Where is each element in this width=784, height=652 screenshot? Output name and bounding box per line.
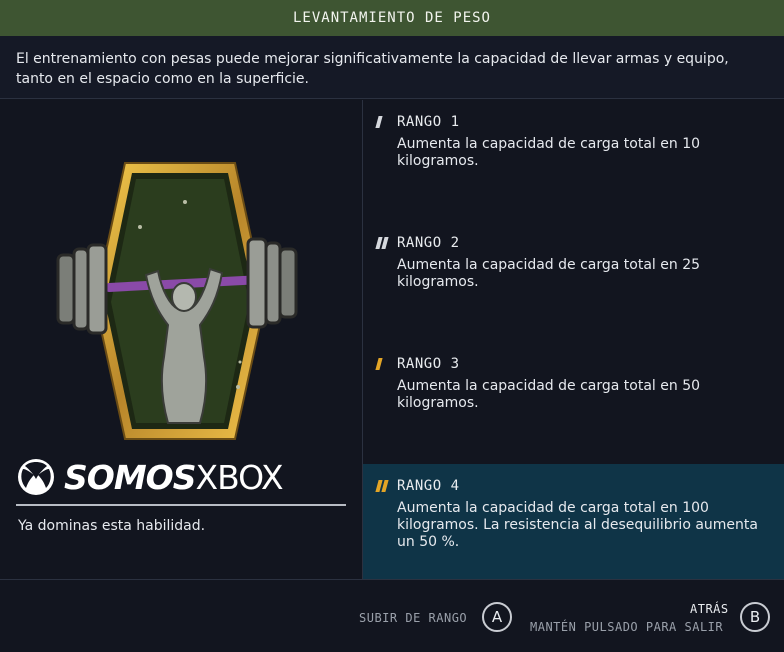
xbox-logo-icon: [18, 459, 54, 495]
rank-3-text: Aumenta la capacidad de carga total en 5…: [397, 378, 701, 411]
rank-3-row[interactable]: RANGO 3 Aumenta la capacidad de carga to…: [363, 342, 784, 463]
rank-3-pips: [375, 358, 397, 370]
footer-bar: SUBIR DE RANGO A ATRÁS MANTÉN PULSADO PA…: [0, 579, 784, 652]
mastery-status: Ya dominas esta habilidad.: [18, 518, 206, 534]
somosxbox-watermark: SOMOSXBOX: [16, 455, 284, 499]
skill-description: El entrenamiento con pesas puede mejorar…: [0, 36, 784, 99]
rank-4-text: Aumenta la capacidad de carga total en 1…: [397, 500, 758, 550]
rank-2-title: RANGO 2: [397, 235, 460, 251]
weightlifting-emblem-icon: [56, 162, 298, 440]
rank-2-pips: [375, 237, 397, 249]
rank-2-row[interactable]: RANGO 2 Aumenta la capacidad de carga to…: [363, 221, 784, 342]
rank-1-title: RANGO 1: [397, 114, 460, 130]
rank-2-text: Aumenta la capacidad de carga total en 2…: [397, 257, 701, 290]
back-hint: MANTÉN PULSADO PARA SALIR: [530, 620, 724, 634]
rank-4-title: RANGO 4: [397, 478, 460, 494]
rank-4-pips: [375, 480, 397, 492]
a-button-icon[interactable]: A: [482, 602, 512, 632]
back-label: ATRÁS: [690, 602, 729, 616]
rank-4-row[interactable]: RANGO 4 Aumenta la capacidad de carga to…: [363, 464, 784, 579]
rank-1-row[interactable]: RANGO 1 Aumenta la capacidad de carga to…: [363, 100, 784, 221]
title-bar: LEVANTAMIENTO DE PESO: [0, 0, 784, 36]
page-title: LEVANTAMIENTO DE PESO: [292, 10, 491, 26]
rank-1-pips: [375, 116, 397, 128]
watermark-brand-bold: SOMOS: [64, 457, 196, 497]
watermark-text: SOMOSXBOX: [64, 457, 284, 497]
b-button-icon[interactable]: B: [740, 602, 770, 632]
skill-info-panel: SOMOSXBOX Ya dominas esta habilidad.: [0, 100, 363, 579]
divider: [16, 504, 346, 506]
watermark-brand-rest: XBOX: [195, 457, 283, 497]
rank-3-title: RANGO 3: [397, 356, 460, 372]
rank-1-text: Aumenta la capacidad de carga total en 1…: [397, 136, 701, 169]
rank-up-label: SUBIR DE RANGO: [359, 611, 468, 625]
